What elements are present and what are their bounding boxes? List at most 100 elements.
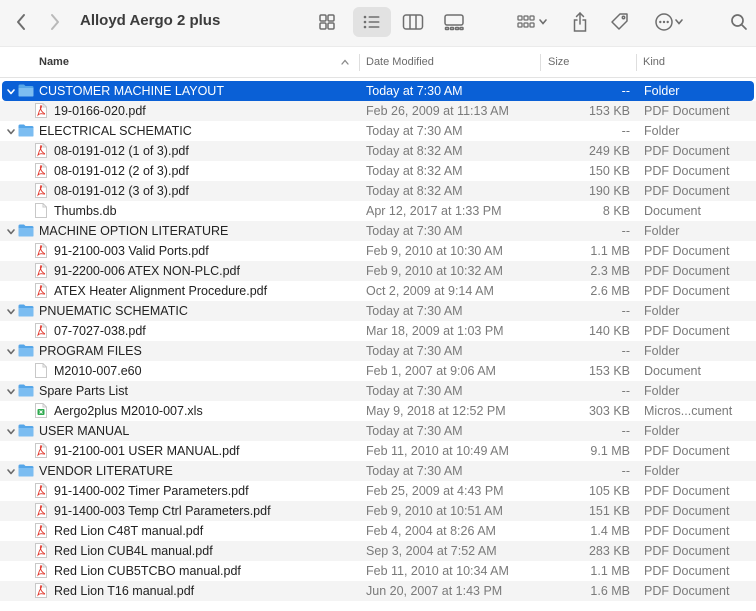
file-size: -- (621, 84, 630, 98)
folder-row[interactable]: USER MANUAL Today at 7:30 AM -- Folder (0, 421, 756, 441)
folder-row[interactable]: ELECTRICAL SCHEMATIC Today at 7:30 AM -- Fo… (0, 121, 756, 141)
spreadsheet-icon (35, 403, 47, 418)
file-size: 1.4 MB (590, 524, 630, 538)
icon-view-button[interactable] (312, 7, 342, 37)
file-row[interactable]: 19-0166-020.pdf Feb 26, 2009 at 11:13 AM 1… (0, 101, 756, 121)
pdf-icon (35, 443, 47, 458)
list-view-button[interactable] (353, 7, 391, 37)
group-by-button[interactable] (510, 7, 554, 37)
disclosure-toggle[interactable] (4, 381, 18, 401)
file-row[interactable]: Red Lion T16 manual.pdf Jun 20, 2007 at 1… (0, 581, 756, 601)
column-divider[interactable] (359, 54, 360, 71)
kind-column-header[interactable]: Kind (643, 47, 665, 78)
column-divider[interactable] (540, 54, 541, 71)
document-icon (35, 363, 47, 378)
file-kind: Folder (644, 344, 680, 358)
file-kind: Micros...cument (644, 404, 733, 418)
folder-row[interactable]: Spare Parts List Today at 7:30 AM -- Folder (0, 381, 756, 401)
toolbar: Alloyd Aergo 2 plus (0, 0, 756, 46)
file-kind: PDF Document (644, 244, 730, 258)
date-modified: Today at 7:30 AM (366, 124, 463, 138)
grid-icon (319, 14, 335, 30)
folder-icon (18, 84, 34, 97)
file-row[interactable]: Thumbs.db Apr 12, 2017 at 1:33 PM 8 KB Docu… (0, 201, 756, 221)
date-column-header[interactable]: Date Modified (366, 47, 434, 78)
disclosure-toggle[interactable] (4, 461, 18, 481)
window-title: Alloyd Aergo 2 plus (80, 12, 221, 29)
file-row[interactable]: 07-7027-038.pdf Mar 18, 2009 at 1:03 PM 14… (0, 321, 756, 341)
file-row[interactable]: 91-2100-001 USER MANUAL.pdf Feb 11, 2010 … (0, 441, 756, 461)
pdf-icon (35, 323, 47, 338)
file-row[interactable]: 08-0191-012 (2 of 3).pdf Today at 8:32 AM… (0, 161, 756, 181)
disclosure-toggle[interactable] (4, 221, 18, 241)
file-row[interactable]: Red Lion CUB5TCBO manual.pdf Feb 11, 2010… (0, 561, 756, 581)
file-row[interactable]: 91-2200-006 ATEX NON-PLC.pdf Feb 9, 2010 … (0, 261, 756, 281)
file-name: VENDOR LITERATURE (39, 464, 173, 478)
more-actions-button[interactable] (647, 7, 691, 37)
name-column-header[interactable]: Name (39, 47, 69, 78)
file-row[interactable]: Red Lion C48T manual.pdf Feb 4, 2004 at 8… (0, 521, 756, 541)
file-kind: Folder (644, 424, 680, 438)
back-button[interactable] (8, 8, 34, 36)
file-kind: Folder (644, 224, 680, 238)
file-name: Red Lion T16 manual.pdf (54, 584, 195, 598)
chevron-down-icon (7, 388, 15, 394)
column-view-button[interactable] (397, 7, 429, 37)
file-row[interactable]: 08-0191-012 (3 of 3).pdf Today at 8:32 AM… (0, 181, 756, 201)
folder-icon (18, 344, 34, 357)
file-row[interactable]: Aergo2plus M2010-007.xls May 9, 2018 at 1… (0, 401, 756, 421)
date-modified: Today at 8:32 AM (366, 184, 463, 198)
forward-button[interactable] (42, 8, 68, 36)
file-size: 2.3 MB (590, 264, 630, 278)
folder-row[interactable]: MACHINE OPTION LITERATURE Today at 7:30 A… (0, 221, 756, 241)
file-kind: Document (644, 204, 701, 218)
column-divider[interactable] (636, 54, 637, 71)
file-kind: PDF Document (644, 264, 730, 278)
disclosure-toggle[interactable] (4, 341, 18, 361)
tag-button[interactable] (604, 7, 636, 37)
date-modified: May 9, 2018 at 12:52 PM (366, 404, 506, 418)
pdf-icon (35, 523, 47, 538)
pdf-icon (35, 283, 47, 298)
chevron-right-icon (51, 14, 59, 30)
date-modified: Feb 4, 2004 at 8:26 AM (366, 524, 496, 538)
file-size: 153 KB (588, 104, 630, 118)
file-kind: PDF Document (644, 484, 730, 498)
gallery-view-button[interactable] (437, 7, 471, 37)
file-kind: Folder (644, 464, 680, 478)
file-kind: Folder (644, 384, 680, 398)
disclosure-toggle[interactable] (4, 421, 18, 441)
file-row[interactable]: 91-1400-003 Temp Ctrl Parameters.pdf Feb … (0, 501, 756, 521)
chevron-down-icon (7, 428, 15, 434)
file-name: 91-1400-002 Timer Parameters.pdf (54, 484, 249, 498)
folder-row[interactable]: PROGRAM FILES Today at 7:30 AM -- Folder (0, 341, 756, 361)
pdf-icon (35, 503, 47, 518)
disclosure-toggle[interactable] (4, 81, 18, 101)
file-name: Spare Parts List (39, 384, 128, 398)
pdf-icon (35, 183, 47, 198)
date-modified: Apr 12, 2017 at 1:33 PM (366, 204, 502, 218)
disclosure-toggle[interactable] (4, 301, 18, 321)
folder-row[interactable]: VENDOR LITERATURE Today at 7:30 AM -- Folde… (0, 461, 756, 481)
folder-row[interactable]: CUSTOMER MACHINE LAYOUT Today at 7:30 AM -… (2, 81, 754, 101)
file-size: 1.6 MB (590, 584, 630, 598)
share-button[interactable] (565, 7, 595, 37)
size-column-header[interactable]: Size (548, 47, 569, 78)
chevron-down-icon (7, 308, 15, 314)
pdf-icon (35, 563, 47, 578)
file-row[interactable]: 91-2100-003 Valid Ports.pdf Feb 9, 2010 a… (0, 241, 756, 261)
file-kind: PDF Document (644, 564, 730, 578)
file-name: Thumbs.db (54, 204, 117, 218)
search-button[interactable] (724, 7, 754, 37)
folder-row[interactable]: PNUEMATIC SCHEMATIC Today at 7:30 AM -- Fol… (0, 301, 756, 321)
date-modified: Feb 11, 2010 at 10:34 AM (366, 564, 509, 578)
file-row[interactable]: 91-1400-002 Timer Parameters.pdf Feb 25, … (0, 481, 756, 501)
file-row[interactable]: M2010-007.e60 Feb 1, 2007 at 9:06 AM 153 K… (0, 361, 756, 381)
file-size: 9.1 MB (590, 444, 630, 458)
file-row[interactable]: ATEX Heater Alignment Procedure.pdf Oct 2… (0, 281, 756, 301)
disclosure-toggle[interactable] (4, 121, 18, 141)
file-size: 151 KB (588, 504, 630, 518)
file-row[interactable]: Red Lion CUB4L manual.pdf Sep 3, 2004 at … (0, 541, 756, 561)
file-row[interactable]: 08-0191-012 (1 of 3).pdf Today at 8:32 AM… (0, 141, 756, 161)
date-modified: Jun 20, 2007 at 1:43 PM (366, 584, 503, 598)
